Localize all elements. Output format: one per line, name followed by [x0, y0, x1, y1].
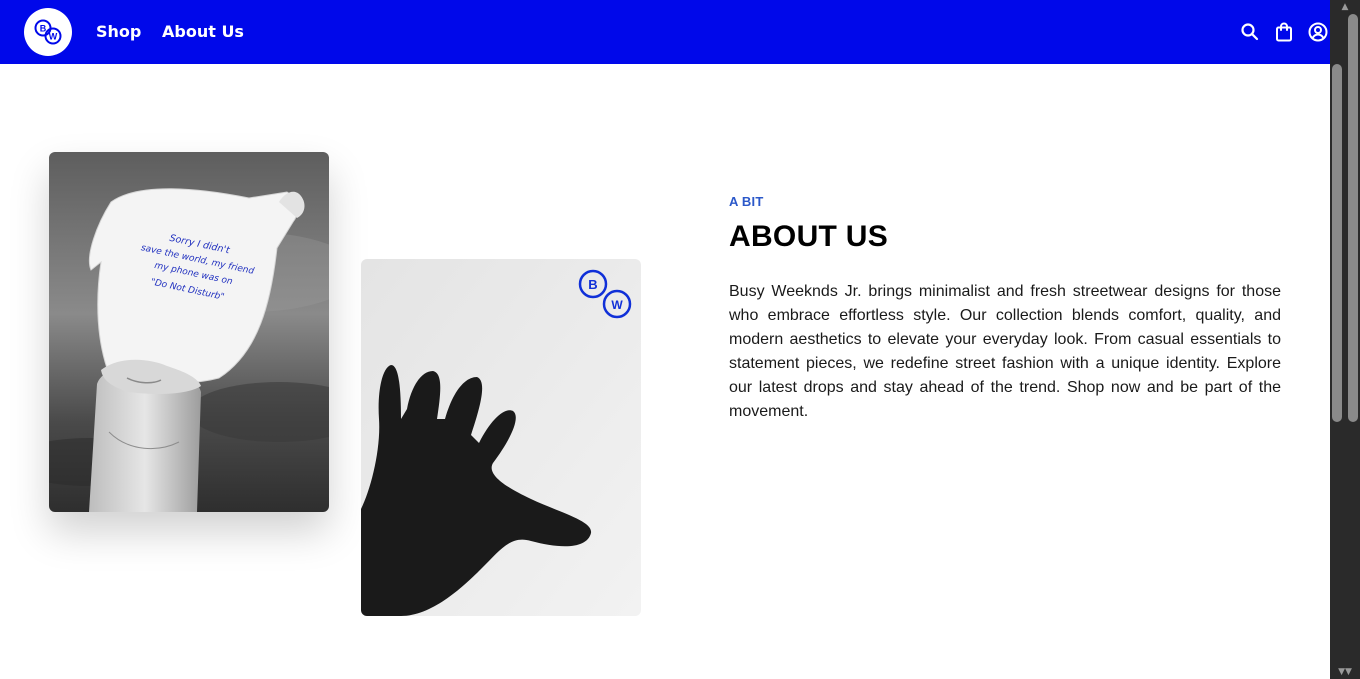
- scroll-up-arrow-icon[interactable]: ▲: [1330, 0, 1360, 14]
- photo-logo-letter-b: B: [588, 277, 597, 292]
- scrollbar-thumb[interactable]: [1332, 64, 1342, 422]
- section-title: ABOUT US: [729, 220, 889, 253]
- hand-photo: B W: [361, 259, 641, 616]
- search-icon[interactable]: [1238, 20, 1262, 44]
- brand-logo[interactable]: B W: [24, 8, 72, 56]
- nav-about-us-link[interactable]: About Us: [162, 22, 244, 42]
- photo-logo-letter-w: W: [611, 298, 623, 312]
- shopping-bag-icon[interactable]: [1272, 20, 1296, 44]
- about-description: Busy Weeknds Jr. brings minimalist and f…: [729, 283, 1281, 420]
- section-eyebrow: A BIT: [729, 194, 764, 209]
- page: B W Shop About Us Sorry I didn't save th…: [0, 0, 1360, 679]
- site-header: B W Shop About Us: [0, 0, 1330, 64]
- shirt-photo: Sorry I didn't save the world, my friend…: [49, 152, 329, 512]
- scroll-down-arrow-icon[interactable]: ▼▼: [1330, 665, 1360, 679]
- scrollbar-thumb-secondary[interactable]: [1348, 14, 1358, 422]
- nav-shop-link[interactable]: Shop: [96, 22, 141, 42]
- bw-logo-icon: B W: [34, 19, 62, 45]
- logo-letter-b: B: [40, 24, 47, 34]
- logo-letter-w: W: [49, 32, 58, 42]
- scrollbar[interactable]: ▲ ▼▼: [1330, 0, 1360, 679]
- user-account-icon[interactable]: [1306, 20, 1330, 44]
